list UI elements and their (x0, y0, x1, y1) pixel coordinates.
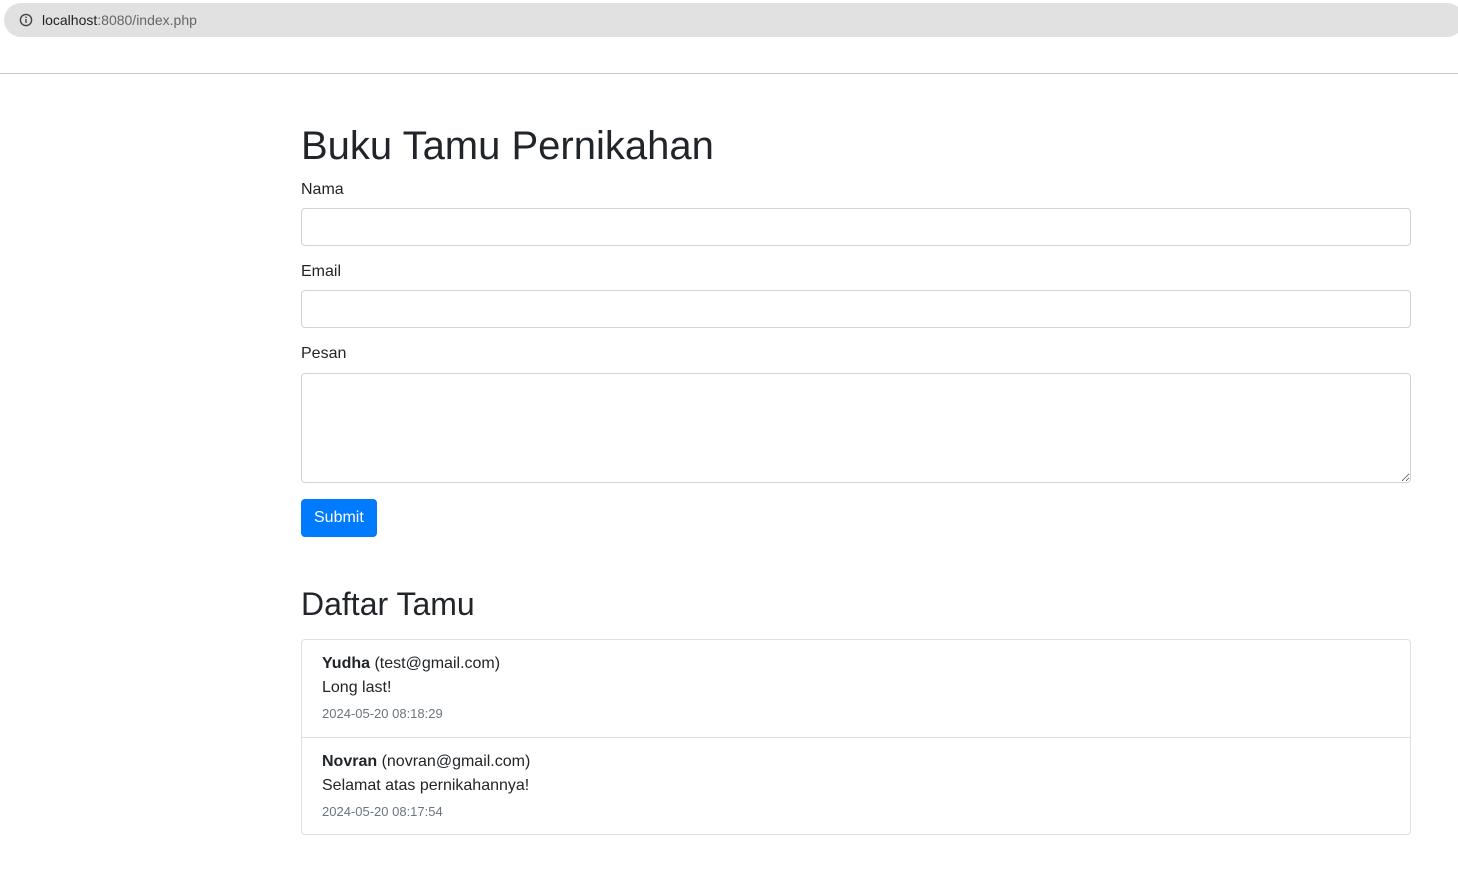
guestbook-form: Nama Email Pesan Submit (301, 180, 1411, 537)
message-field-group: Pesan (301, 344, 1411, 483)
guest-message: Long last! (322, 678, 392, 696)
message-label: Pesan (301, 345, 347, 363)
guest-timestamp: 2024-05-20 08:18:29 (322, 705, 443, 721)
guest-header: Yudha (test@gmail.com) (322, 653, 1390, 675)
guest-email: (test@gmail.com) (374, 654, 501, 672)
guest-message: Selamat atas pernikahannya! (322, 776, 530, 794)
url-path: :8080/index.php (97, 12, 197, 28)
list-item: Yudha (test@gmail.com) Long last! 2024-0… (302, 640, 1410, 737)
name-field-group: Nama (301, 180, 1411, 247)
list-item: Novran (novran@gmail.com) Selamat atas p… (302, 736, 1410, 834)
guest-list-title: Daftar Tamu (301, 585, 475, 622)
message-textarea[interactable] (301, 372, 1411, 483)
email-label: Email (301, 263, 342, 281)
url-host: localhost (42, 12, 98, 28)
browser-toolbar: localhost:8080/index.php (0, 0, 1458, 74)
guest-email: (novran@gmail.com) (381, 752, 531, 770)
name-input[interactable] (301, 208, 1411, 247)
email-input[interactable] (301, 290, 1411, 329)
page-title: Buku Tamu Pernikahan (301, 124, 714, 168)
url-text[interactable]: localhost:8080/index.php (42, 12, 197, 28)
name-label: Nama (301, 181, 344, 198)
address-bar[interactable]: localhost:8080/index.php (4, 3, 1458, 37)
info-icon[interactable] (19, 13, 33, 27)
main-container: Buku Tamu Pernikahan Nama Email Pesan Su… (301, 74, 1411, 835)
guest-timestamp: 2024-05-20 08:17:54 (322, 803, 443, 819)
guest-name: Yudha (322, 654, 371, 672)
submit-button[interactable]: Submit (301, 498, 377, 537)
email-field-group: Email (301, 262, 1411, 329)
guest-name: Novran (322, 752, 378, 770)
guest-header: Novran (novran@gmail.com) (322, 751, 1390, 773)
guest-list: Yudha (test@gmail.com) Long last! 2024-0… (301, 638, 1411, 835)
